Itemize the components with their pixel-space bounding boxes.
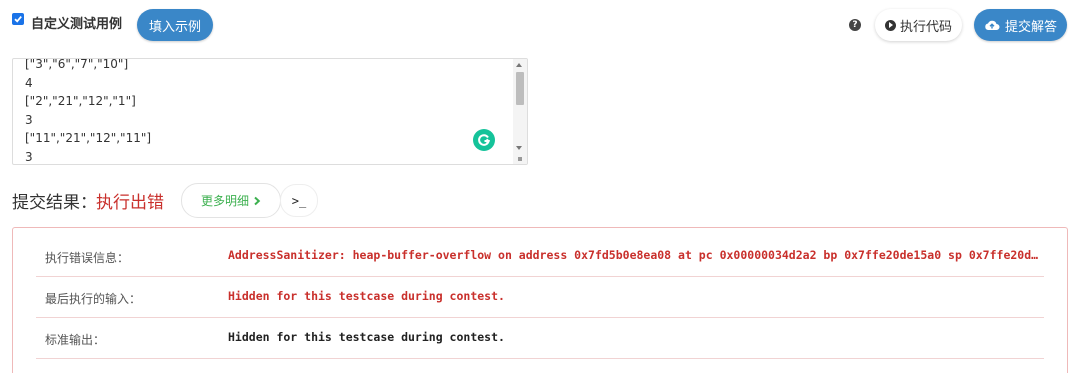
scroll-down-arrow-icon[interactable] <box>516 146 522 150</box>
custom-testcase-label[interactable]: 自定义测试用例 <box>31 13 122 32</box>
check-icon <box>14 16 22 23</box>
stdout-row: 标准输出： Hidden for this testcase during co… <box>36 318 1044 359</box>
cloud-upload-icon <box>985 20 1000 30</box>
last-input-value: Hidden for this testcase during contest. <box>228 289 505 303</box>
error-message-row: 执行错误信息： AddressSanitizer: heap-buffer-ov… <box>36 236 1044 277</box>
last-input-row: 最后执行的输入： Hidden for this testcase during… <box>36 277 1044 318</box>
more-details-button[interactable]: 更多明细 <box>181 183 281 218</box>
submit-button[interactable]: 提交解答 <box>974 9 1067 41</box>
testcase-lines: ["3","6","7","10"] 4 ["2","21","12","1"]… <box>25 58 152 164</box>
testcase-line: 3 <box>25 149 33 164</box>
play-circle-icon <box>884 19 896 31</box>
testcase-line: 4 <box>25 75 33 90</box>
help-icon[interactable]: ? <box>849 19 861 31</box>
stdout-label: 标准输出： <box>45 333 106 347</box>
scrollbar-thumb[interactable] <box>516 72 524 105</box>
testcase-line: ["2","21","12","1"] <box>25 94 136 108</box>
last-input-label: 最后执行的输入： <box>45 292 142 306</box>
error-message-value: AddressSanitizer: heap-buffer-overflow o… <box>228 248 1044 262</box>
grammarly-g-glyph <box>478 134 491 146</box>
result-panel: 执行错误信息： AddressSanitizer: heap-buffer-ov… <box>12 227 1068 373</box>
testcase-textarea[interactable]: ["3","6","7","10"] 4 ["2","21","12","1"]… <box>12 58 528 165</box>
testcase-line: ["3","6","7","10"] <box>25 58 129 71</box>
resize-handle-icon[interactable] <box>518 157 522 161</box>
result-title: 提交结果： <box>12 193 97 213</box>
grammarly-icon[interactable] <box>473 129 495 151</box>
stdout-value: Hidden for this testcase during contest. <box>228 330 505 344</box>
custom-testcase-checkbox[interactable] <box>12 13 24 25</box>
terminal-button[interactable]: >_ <box>280 184 318 217</box>
chevron-right-icon <box>254 196 261 205</box>
run-code-button[interactable]: 执行代码 <box>875 9 962 41</box>
error-message-label: 执行错误信息： <box>45 251 130 265</box>
testcase-line: ["11","21","12","11"] <box>25 131 152 145</box>
submit-label: 提交解答 <box>1004 19 1057 35</box>
more-details-label: 更多明细 <box>200 194 249 208</box>
testcase-line: 3 <box>25 112 33 127</box>
textarea-scrollbar[interactable] <box>513 59 527 164</box>
run-code-label: 执行代码 <box>899 19 952 35</box>
result-status: 执行出错 <box>96 193 164 213</box>
scroll-up-arrow-icon[interactable] <box>516 63 522 67</box>
fill-example-button[interactable]: 填入示例 <box>137 9 213 41</box>
